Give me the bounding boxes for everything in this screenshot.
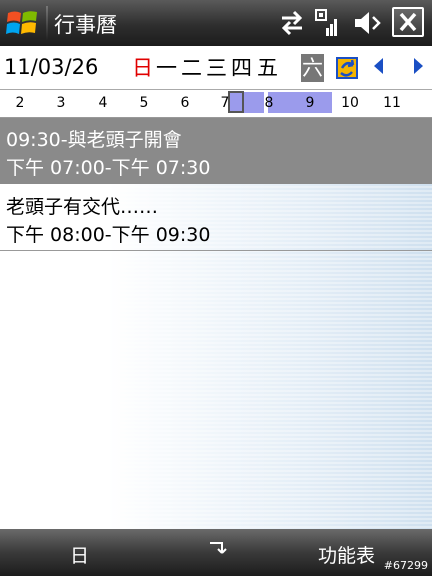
week-header: 11/03/26 日 一 二 三 四 五 六 — [0, 46, 432, 90]
title-bar: 行事曆 — [0, 0, 432, 46]
hour-label: 7 — [220, 95, 230, 111]
hour-label: 10 — [341, 95, 359, 111]
day-thursday[interactable]: 四 — [230, 54, 253, 82]
hour-label: 9 — [305, 95, 315, 111]
current-date: 11/03/26 — [4, 55, 99, 79]
volume-icon[interactable] — [352, 8, 382, 38]
title-separator — [46, 6, 48, 40]
connectivity-icon[interactable] — [278, 8, 306, 38]
day-sunday[interactable]: 日 — [131, 54, 154, 82]
watermark: #67299 — [383, 559, 428, 572]
hour-label: 8 — [264, 95, 274, 111]
left-softkey[interactable]: 日 — [70, 541, 89, 568]
hour-label: 3 — [56, 95, 66, 111]
day-tuesday[interactable]: 二 — [180, 54, 203, 82]
appointment-subject: 老頭子有交代…… — [6, 196, 159, 218]
appointment-item[interactable]: 老頭子有交代…… 下午 08:00-下午 09:30 — [0, 185, 432, 251]
day-monday[interactable]: 一 — [155, 54, 178, 82]
next-week-icon[interactable] — [414, 58, 423, 74]
appointment-item-selected[interactable]: 09:30-與老頭子開會 下午 07:00-下午 07:30 — [0, 118, 432, 184]
signal-icon[interactable] — [314, 8, 340, 38]
right-softkey-menu[interactable]: 功能表 — [318, 541, 375, 568]
appointment-subject: 09:30-與老頭子開會 — [6, 129, 182, 151]
day-friday[interactable]: 五 — [256, 54, 279, 82]
app-title: 行事曆 — [54, 13, 117, 37]
hour-label: 6 — [180, 95, 190, 111]
input-panel-icon[interactable] — [206, 539, 228, 561]
day-wednesday[interactable]: 三 — [205, 54, 228, 82]
windows-start-icon[interactable] — [6, 7, 40, 39]
day-saturday[interactable]: 六 — [301, 54, 324, 82]
soft-key-bar: 日 功能表 #67299 — [0, 529, 432, 576]
previous-week-icon[interactable] — [374, 58, 383, 74]
appointment-time: 下午 08:00-下午 09:30 — [6, 224, 211, 246]
appointment-list: 09:30-與老頭子開會 下午 07:00-下午 07:30 老頭子有交代…… … — [0, 118, 432, 529]
hour-label: 4 — [98, 95, 108, 111]
hour-label: 5 — [139, 95, 149, 111]
hour-strip[interactable]: 2 3 4 5 6 7 8 9 10 11 — [0, 90, 432, 118]
hour-label: 11 — [383, 95, 401, 111]
go-to-today-icon[interactable] — [334, 52, 360, 82]
hour-label: 2 — [15, 95, 25, 111]
appointment-time: 下午 07:00-下午 07:30 — [6, 157, 211, 179]
close-button[interactable] — [392, 7, 424, 37]
close-icon — [399, 12, 417, 32]
